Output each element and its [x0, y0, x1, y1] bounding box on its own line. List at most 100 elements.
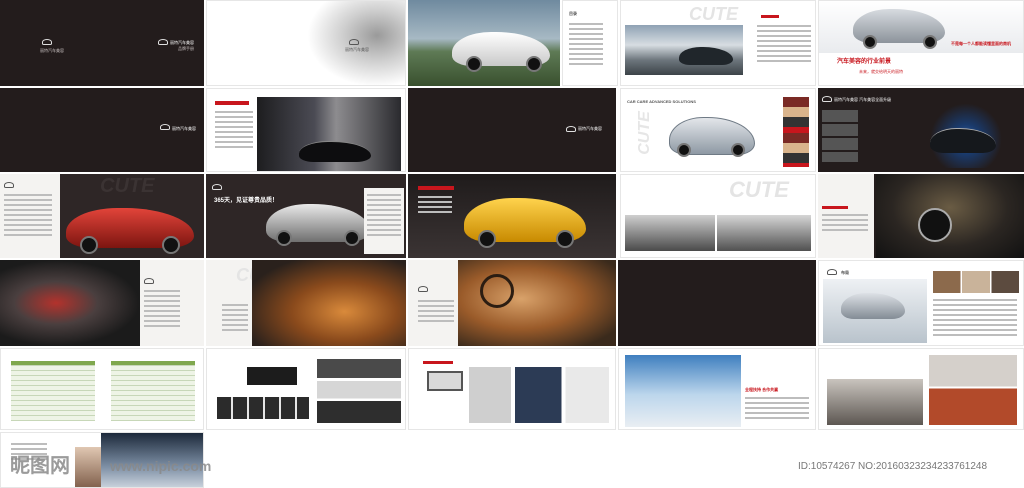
text-block — [144, 290, 180, 330]
storefront-image — [217, 397, 309, 419]
layout-page: 布局 — [818, 260, 1024, 346]
car-logo-icon — [822, 96, 832, 102]
car-wheel — [677, 143, 691, 157]
engine-text-panel — [140, 260, 204, 346]
dashboard-page: CUTE — [620, 174, 816, 258]
car-wheel — [863, 35, 877, 49]
text-panel — [818, 174, 874, 258]
car-logo-icon — [212, 184, 222, 190]
car-wheel — [526, 56, 542, 72]
engine-image — [0, 260, 140, 346]
site-watermark-en: www.nipic.com — [110, 458, 212, 474]
car-wheel — [556, 230, 574, 248]
spec-list — [933, 299, 1017, 339]
thumbnail-strip — [783, 97, 809, 167]
toc-title: 目录 — [569, 11, 577, 16]
support-page: 全程扶持 合作共赢 — [618, 348, 816, 430]
car-logo-icon — [418, 286, 428, 292]
text-block — [367, 194, 401, 239]
price-table-right — [111, 361, 195, 421]
car-wheel — [478, 230, 496, 248]
text-block — [418, 196, 452, 216]
text-block — [745, 397, 809, 422]
black-car-closeup-page — [818, 174, 1024, 258]
training-photos-left — [827, 379, 923, 425]
price-table-page — [0, 348, 204, 430]
layout-label: 布局 — [841, 270, 849, 275]
vision-headline: 汽车美容的行业前景 — [837, 59, 892, 65]
red-ferrari-page: CUTE — [0, 174, 204, 258]
red-accent-bar — [215, 101, 249, 105]
advanced-heading: CAR CARE ADVANCED SOLUTIONS — [627, 99, 696, 104]
car-wheel — [918, 208, 952, 242]
text-block — [4, 194, 52, 239]
car-logo-icon — [42, 39, 52, 45]
cute-watermark: CUTE — [689, 4, 738, 24]
product-device-image — [427, 371, 463, 391]
toc-list — [569, 23, 603, 68]
cover-brand-small: 丽特汽车美容 — [40, 48, 64, 53]
interior-thumbnails — [933, 271, 1019, 293]
ferrari-cockpit-page — [408, 260, 616, 346]
vision-page: 不是每一个人都能读懂里面的商机 汽车美容的行业前景 未来，就交给明天的丽特 — [818, 0, 1024, 86]
car-wheel — [80, 236, 98, 254]
car-wheel — [162, 236, 180, 254]
toc-page: 目录 — [562, 0, 618, 86]
cover-brand-name: 丽特汽车美容 — [170, 40, 194, 45]
advanced-solutions-page: CAR CARE ADVANCED SOLUTIONS CUTE — [620, 88, 816, 172]
yellow-supercar-page — [408, 174, 616, 258]
ink-splash-page: 丽特汽车美容 — [206, 0, 406, 86]
text-block — [215, 111, 253, 151]
night-street-page — [206, 88, 406, 172]
car-logo-icon — [566, 126, 576, 132]
dashboard-image-left — [625, 215, 715, 251]
image-id-text: ID:10574267 NO:20160323234233761248 — [798, 461, 988, 472]
products-page — [408, 348, 616, 430]
ink-brand-name: 丽特汽车美容 — [345, 47, 369, 52]
car-logo-icon — [827, 269, 837, 275]
support-headline: 全程扶持 合作共赢 — [745, 387, 779, 392]
promise-headline: 365天，见证尊贵品质！ — [214, 198, 279, 204]
dark-blank-page: 丽特汽车美容 — [0, 88, 204, 172]
text-block — [822, 214, 868, 234]
car-logo-icon — [158, 39, 168, 45]
promise-text-panel — [364, 188, 404, 254]
car-wheel — [344, 230, 360, 246]
portrait-image — [75, 447, 101, 487]
cute-watermark: CUTE — [100, 175, 155, 197]
dark-blank-page-2: 丽特汽车美容 — [408, 88, 616, 172]
vision-tagline: 未来，就交给明天的丽特 — [859, 69, 903, 74]
red-accent-bar — [761, 15, 779, 18]
red-accent-bar — [423, 361, 453, 364]
car-wheel — [731, 143, 745, 157]
cute-watermark: CUTE — [729, 177, 789, 202]
site-watermark-cn: 昵图网 — [10, 453, 70, 477]
brand-name: 丽特汽车美容 — [578, 126, 602, 131]
lake-car-page — [408, 0, 560, 86]
brand-name: 丽特汽车美容 — [172, 126, 196, 131]
training-page — [818, 348, 1024, 430]
upgrade-headline: 丽特汽车美容 汽车美容全面升级 — [834, 97, 892, 102]
car-wheel — [923, 35, 937, 49]
vision-title: 不是每一个人都能读懂里面的商机 — [951, 41, 1011, 46]
brand-upgrade-page: 丽特汽车美容 汽车美容全面升级 — [818, 88, 1024, 172]
product-photos — [469, 367, 609, 423]
car-logo-icon — [160, 124, 170, 130]
cover-back-page: 丽特汽车美容 丽特汽车美容 品牌手册 — [0, 0, 204, 86]
training-photos-right — [929, 355, 1017, 425]
car-wheel — [276, 230, 292, 246]
price-table-left — [11, 361, 95, 421]
promise-page: 365天，见证尊贵品质！ — [206, 174, 406, 258]
city-towers-image — [625, 355, 741, 427]
red-accent-bar — [822, 206, 848, 209]
red-accent-bar — [418, 186, 454, 190]
text-block — [757, 25, 811, 65]
car-logo-icon — [144, 278, 154, 284]
dark-blank-page-3 — [618, 260, 816, 346]
dashboard-image-right — [717, 215, 811, 251]
mountain-car-page: CUTE — [620, 0, 816, 86]
engine-page — [0, 260, 204, 346]
intro-panel — [0, 174, 60, 258]
tan-cockpit-image — [458, 260, 616, 346]
store-sign-image — [247, 367, 297, 385]
